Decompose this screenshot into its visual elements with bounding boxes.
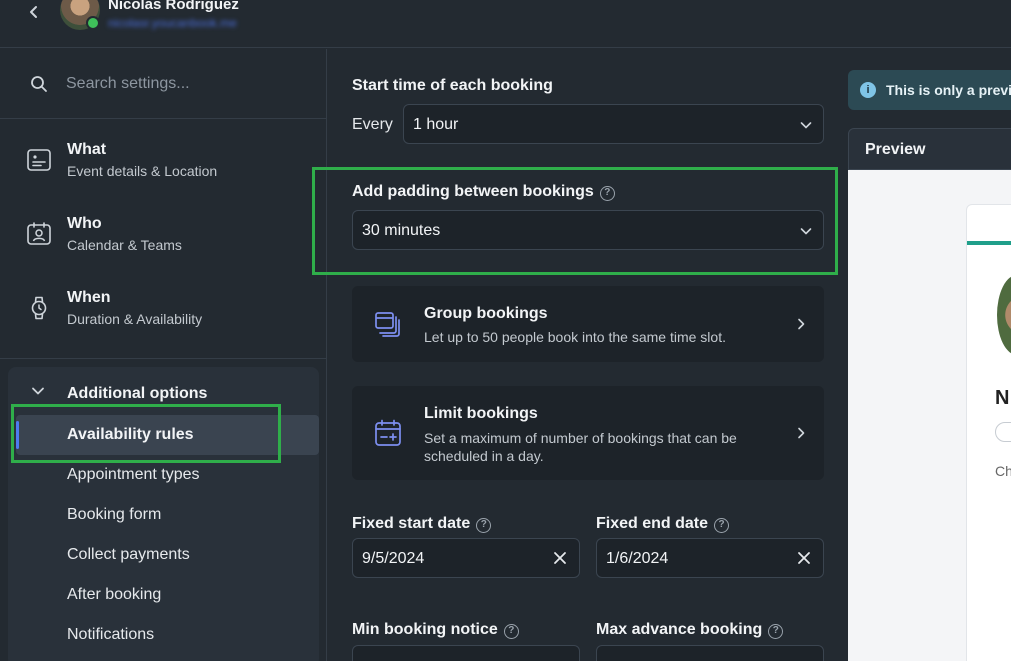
close-icon[interactable]: [553, 551, 567, 565]
fixed-start-value: 9/5/2024: [362, 550, 425, 567]
chevron-down-icon: [800, 122, 812, 129]
padding-label-text: Add padding between bookings: [352, 183, 594, 200]
sidebar-divider: [0, 358, 327, 359]
fixed-end-date-input[interactable]: 1/6/2024: [596, 538, 824, 578]
min-notice-label: Min booking notice?: [352, 621, 519, 639]
settings-sidebar: What Event details & Location Who Calend…: [0, 49, 327, 661]
availability-rules-form: Start time of each booking Every 1 hour …: [328, 49, 848, 661]
preview-panel: N Ch: [848, 170, 1011, 661]
additional-options-title: Additional options: [67, 385, 208, 402]
limit-bookings-title: Limit bookings: [424, 405, 538, 422]
sidebar-item-subtitle: Event details & Location: [67, 163, 218, 179]
preview-name-initial: N: [995, 387, 1010, 409]
event-details-icon: [27, 149, 51, 171]
help-icon[interactable]: ?: [599, 186, 615, 201]
help-icon[interactable]: ?: [503, 624, 519, 639]
chevron-down-icon: [32, 387, 44, 395]
user-email[interactable]: nicolasr.youcanbook.me: [108, 16, 237, 30]
fixed-start-label-text: Fixed start date: [352, 515, 471, 532]
search-input[interactable]: [66, 71, 306, 97]
fixed-start-label: Fixed start date?: [352, 515, 492, 533]
sidebar-item-when[interactable]: When Duration & Availability: [0, 277, 327, 349]
clock-icon: [995, 422, 1011, 442]
additional-options-panel: Additional options Availability rules Ap…: [8, 367, 319, 661]
watch-icon: [31, 296, 47, 320]
start-time-value: 1 hour: [413, 116, 459, 133]
online-status-indicator: [86, 16, 100, 30]
sidebar-item-label: Notifications: [67, 626, 155, 643]
sidebar-item-label: Booking form: [67, 506, 162, 523]
sidebar-item-title: What: [67, 141, 107, 158]
preview-booking-card: N Ch: [966, 204, 1011, 661]
start-time-select[interactable]: 1 hour: [403, 104, 824, 144]
close-icon[interactable]: [797, 551, 811, 565]
preview-text: Ch: [995, 463, 1011, 479]
sidebar-item-title: Who: [67, 215, 102, 232]
fixed-end-label: Fixed end date?: [596, 515, 730, 533]
start-time-prefix: Every: [352, 116, 393, 133]
chevron-down-icon: [800, 228, 812, 235]
info-icon: i: [860, 82, 876, 98]
preview-notice-banner: i This is only a previ: [848, 70, 1011, 110]
sidebar-item-collect-payments[interactable]: Collect payments: [16, 535, 319, 575]
help-icon[interactable]: ?: [714, 518, 730, 533]
min-notice-label-text: Min booking notice: [352, 621, 498, 638]
sidebar-item-booking-form[interactable]: Booking form: [16, 495, 319, 535]
group-bookings-title: Group bookings: [424, 305, 548, 322]
preview-avatar: [997, 275, 1011, 355]
sidebar-item-title: When: [67, 289, 111, 306]
fixed-end-label-text: Fixed end date: [596, 515, 709, 532]
sidebar-item-subtitle: Duration & Availability: [67, 311, 203, 327]
sidebar-item-label: After booking: [67, 586, 162, 603]
search-row: [0, 49, 327, 119]
calendar-plus-icon: [375, 419, 401, 446]
sidebar-item-notifications[interactable]: Notifications: [16, 615, 319, 655]
fixed-start-date-input[interactable]: 9/5/2024: [352, 538, 580, 578]
sidebar-item-label: Appointment types: [67, 466, 200, 483]
preview-title: Preview: [865, 141, 926, 158]
preview-notice-text: This is only a previ: [886, 82, 1011, 98]
user-name: Nicolas Rodriguez: [108, 0, 239, 13]
max-advance-input[interactable]: [596, 645, 824, 661]
group-bookings-card[interactable]: Group bookings Let up to 50 people book …: [352, 286, 824, 362]
help-icon[interactable]: ?: [768, 624, 784, 639]
sidebar-item-what[interactable]: What Event details & Location: [0, 129, 327, 201]
help-icon[interactable]: ?: [476, 518, 492, 533]
padding-label: Add padding between bookings?: [352, 183, 615, 201]
chevron-left-icon: [30, 6, 37, 18]
top-bar: Nicolas Rodriguez nicolasr.youcanbook.me: [0, 0, 1011, 48]
sidebar-item-subtitle: Calendar & Teams: [67, 237, 182, 253]
additional-options-toggle[interactable]: Additional options: [8, 377, 319, 407]
padding-value: 30 minutes: [362, 222, 441, 239]
max-advance-label: Max advance booking?: [596, 621, 784, 639]
padding-select[interactable]: 30 minutes: [352, 210, 824, 250]
chevron-right-icon: [798, 318, 805, 330]
chevron-right-icon: [798, 427, 805, 439]
fixed-end-value: 1/6/2024: [606, 550, 669, 567]
calendar-user-icon: [27, 222, 51, 245]
sidebar-item-label: Collect payments: [67, 546, 190, 563]
sidebar-item-availability-rules[interactable]: Availability rules: [16, 415, 319, 455]
search-icon: [31, 76, 47, 92]
sidebar-item-appointment-types[interactable]: Appointment types: [16, 455, 319, 495]
start-time-label: Start time of each booking: [352, 77, 553, 94]
back-button[interactable]: [22, 0, 46, 24]
group-bookings-icon: [375, 312, 400, 337]
preview-header: Preview: [848, 128, 1011, 170]
limit-bookings-description: Set a maximum of number of bookings that…: [424, 430, 737, 464]
limit-bookings-card[interactable]: Limit bookings Set a maximum of number o…: [352, 386, 824, 480]
preview-accent-bar: [967, 241, 1011, 245]
max-advance-label-text: Max advance booking: [596, 621, 763, 638]
min-notice-input[interactable]: [352, 645, 580, 661]
sidebar-item-after-booking[interactable]: After booking: [16, 575, 319, 615]
sidebar-item-who[interactable]: Who Calendar & Teams: [0, 203, 327, 275]
sidebar-item-label: Availability rules: [67, 426, 194, 443]
group-bookings-description: Let up to 50 people book into the same t…: [424, 329, 726, 345]
